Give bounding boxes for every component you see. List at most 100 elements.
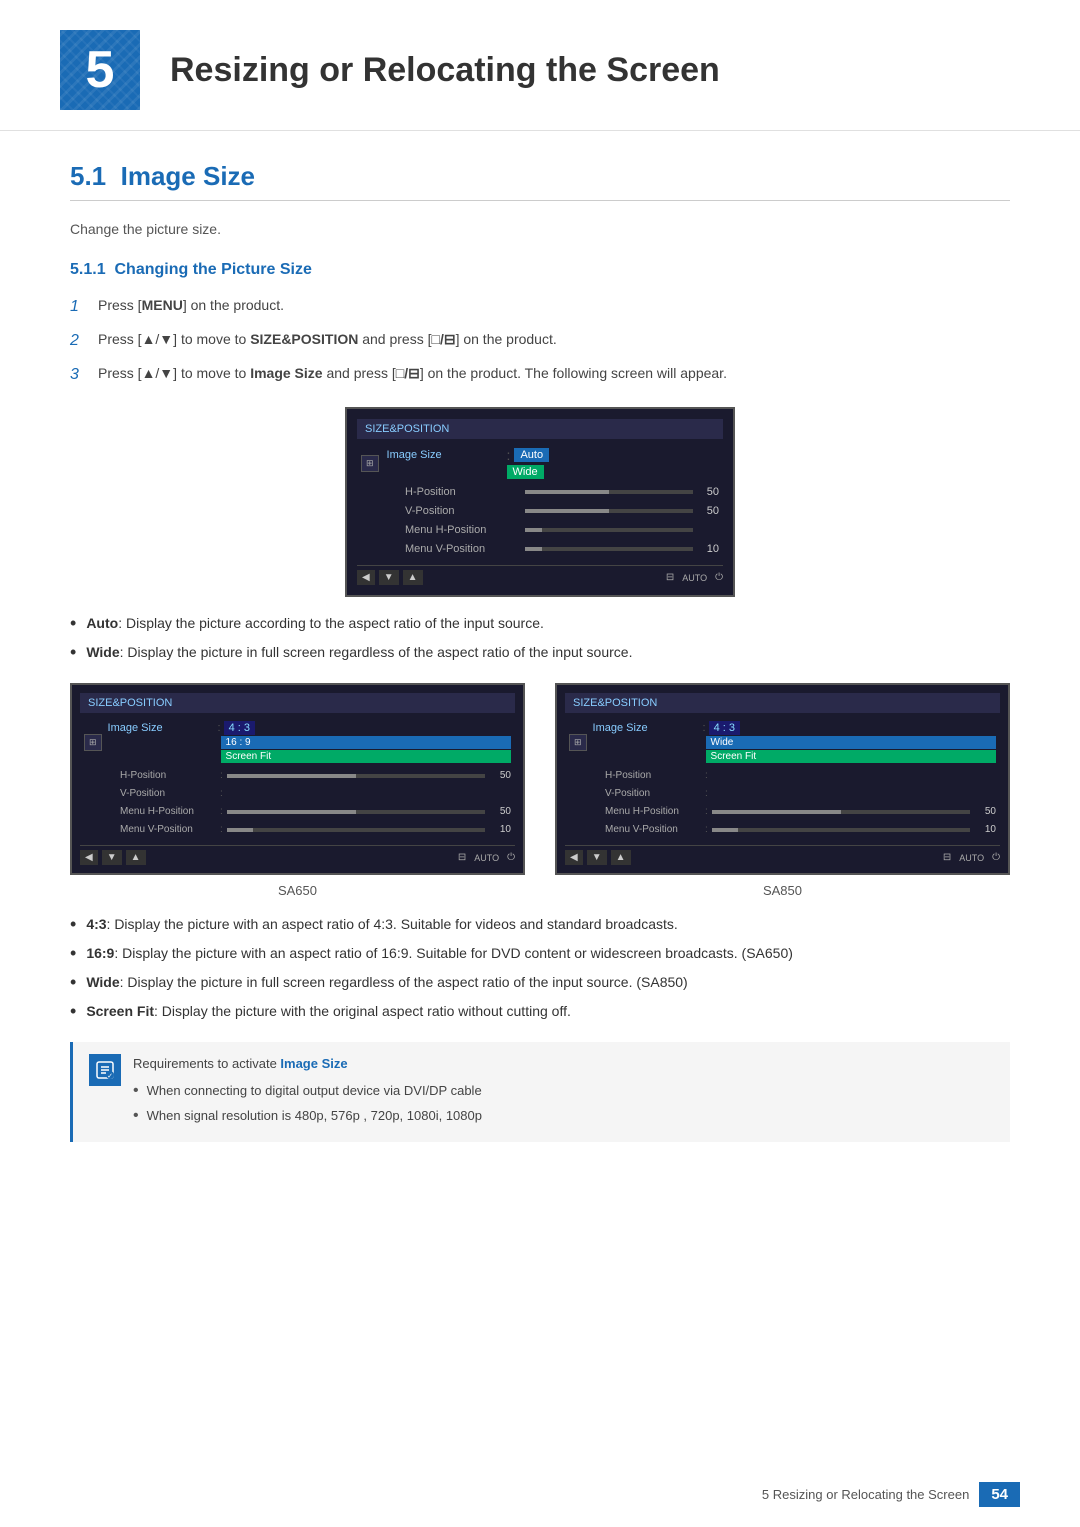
v-position-row: V-Position 50: [357, 503, 723, 519]
sa850-menu-h: Menu H-Position : 50: [601, 804, 1000, 819]
right-icons: ⊟ AUTO ⏻: [666, 572, 723, 583]
main-menu-title: SIZE&POSITION: [357, 419, 723, 439]
h-pos-track: [525, 490, 693, 494]
section-title: 5.1 Image Size: [70, 161, 1010, 201]
section-intro: Change the picture size.: [70, 221, 1010, 237]
h-pos-label: H-Position: [405, 486, 525, 498]
sa850-up: ▲: [611, 850, 631, 865]
sa850-bottom-bar: ◀ ▼ ▲ ⊟ AUTO ⏻: [565, 845, 1000, 865]
bullet-43: • 4:3: Display the picture with an aspec…: [70, 914, 1010, 935]
sa650-image-size-label: Image Size: [108, 722, 218, 734]
sa650-caption: SA650: [278, 883, 317, 898]
bullet-169-text: 16:9: Display the picture with an aspect…: [86, 943, 793, 964]
bullet-auto: • Auto: Display the picture according to…: [70, 613, 1010, 634]
footer-chapter-text: 5 Resizing or Relocating the Screen: [762, 1487, 969, 1502]
bullet-dot-1: •: [70, 614, 76, 632]
note-sub-1: • When connecting to digital output devi…: [133, 1081, 482, 1102]
menu-v-val: 10: [699, 543, 719, 555]
step-3-text: Press [▲/▼] to move to Image Size and pr…: [98, 363, 727, 387]
h-pos-val: 50: [699, 486, 719, 498]
image-size-row: ⊞ Image Size : Auto Wide: [357, 445, 723, 481]
nav-icons: ◀ ▼ ▲: [357, 570, 423, 585]
step-1-text: Press [MENU] on the product.: [98, 295, 284, 319]
sa850-v-pos: V-Position :: [601, 786, 1000, 801]
chapter-number-box: 5: [60, 30, 140, 110]
note-icon: ✓: [89, 1054, 121, 1086]
main-content: 5.1 Image Size Change the picture size. …: [0, 141, 1080, 1202]
menu-h-row: Menu H-Position: [357, 522, 723, 538]
note-box: ✓ Requirements to activate Image Size • …: [70, 1042, 1010, 1142]
up-btn: ▲: [403, 570, 423, 585]
chapter-number: 5: [86, 40, 115, 100]
step-2-text: Press [▲/▼] to move to SIZE&POSITION and…: [98, 329, 557, 353]
bullet-169: • 16:9: Display the picture with an aspe…: [70, 943, 1010, 964]
sa650-menu-h: Menu H-Position : 50: [116, 804, 515, 819]
sa650-screen: SIZE&POSITION ⊞ Image Size : 4 : 3 16 : …: [70, 683, 525, 875]
sa650-menu-title: SIZE&POSITION: [80, 693, 515, 713]
sa850-val2: Wide: [706, 736, 996, 749]
sa650-left: ◀: [80, 850, 98, 865]
sa650-bottom-bar: ◀ ▼ ▲ ⊟ AUTO ⏻: [80, 845, 515, 865]
note-title-bold: Image Size: [280, 1056, 347, 1071]
svg-text:✓: ✓: [107, 1073, 113, 1080]
bullet-list-2: • 4:3: Display the picture with an aspec…: [70, 914, 1010, 1022]
bullet-wide2: • Wide: Display the picture in full scre…: [70, 972, 1010, 993]
bullet-wide2-text: Wide: Display the picture in full screen…: [86, 972, 687, 993]
sa850-auto: AUTO: [959, 853, 984, 863]
bullet-dot-6: •: [70, 1002, 76, 1020]
bullet-wide: • Wide: Display the picture in full scre…: [70, 642, 1010, 663]
bullet-wide-text: Wide: Display the picture in full screen…: [86, 642, 632, 663]
sa650-up: ▲: [126, 850, 146, 865]
bullet-43-text: 4:3: Display the picture with an aspect …: [86, 914, 677, 935]
sa650-icon: ⊞: [84, 734, 102, 751]
sa650-menu-v: Menu V-Position : 10: [116, 822, 515, 837]
v-pos-label: V-Position: [405, 505, 525, 517]
subsection-title: 5.1.1 Changing the Picture Size: [70, 261, 1010, 279]
sa850-image-size-row: ⊞ Image Size : 4 : 3 Wide Screen Fit: [565, 719, 1000, 765]
down-btn: ▼: [379, 570, 399, 585]
bullet-dot-4: •: [70, 944, 76, 962]
auto-label: AUTO: [682, 573, 707, 583]
sa850-val1: 4 : 3: [709, 721, 740, 735]
note-content: Requirements to activate Image Size • Wh…: [133, 1054, 482, 1130]
step-3-num: 3: [70, 363, 86, 387]
sa850-caption: SA850: [763, 883, 802, 898]
main-monitor-screen: SIZE&POSITION ⊞ Image Size : Auto Wide: [345, 407, 735, 597]
sa650-val2: 16 : 9: [221, 736, 511, 749]
sa850-wrapper: SIZE&POSITION ⊞ Image Size : 4 : 3 Wide: [555, 683, 1010, 898]
steps-list: 1 Press [MENU] on the product. 2 Press […: [70, 295, 1010, 387]
bullet-list-1: • Auto: Display the picture according to…: [70, 613, 1010, 663]
wide-value: Wide: [507, 465, 544, 479]
sa650-down: ▼: [102, 850, 122, 865]
monitor-bottom-bar: ◀ ▼ ▲ ⊟ AUTO ⏻: [357, 565, 723, 585]
note-title-prefix: Requirements to activate: [133, 1056, 280, 1071]
menu-h-track: [525, 528, 693, 532]
sa650-h-pos: H-Position : 50: [116, 768, 515, 783]
bullet-screenfit: • Screen Fit: Display the picture with t…: [70, 1001, 1010, 1022]
sa650-auto: AUTO: [474, 853, 499, 863]
bullet-dot-3: •: [70, 915, 76, 933]
sa650-val3: Screen Fit: [221, 750, 511, 763]
sa650-power: ⏻: [507, 852, 515, 863]
footer-page: 54: [979, 1482, 1020, 1507]
step-1: 1 Press [MENU] on the product.: [70, 295, 1010, 319]
bullet-screenfit-text: Screen Fit: Display the picture with the…: [86, 1001, 571, 1022]
menu-v-label: Menu V-Position: [405, 543, 525, 555]
step-1-num: 1: [70, 295, 86, 319]
sa650-enter: ⊟: [458, 852, 466, 863]
step-2-num: 2: [70, 329, 86, 353]
left-btn: ◀: [357, 570, 375, 585]
menu-v-track: [525, 547, 693, 551]
sa650-right-icons: ⊟ AUTO ⏻: [458, 852, 515, 863]
v-pos-track: [525, 509, 693, 513]
sa850-enter: ⊟: [943, 852, 951, 863]
auto-value: Auto: [514, 448, 549, 462]
chapter-title: Resizing or Relocating the Screen: [170, 51, 720, 90]
menu-v-row: Menu V-Position 10: [357, 541, 723, 557]
h-position-row: H-Position 50: [357, 484, 723, 500]
sa650-v-pos: V-Position :: [116, 786, 515, 801]
note-sub-1-text: When connecting to digital output device…: [147, 1081, 482, 1102]
sa850-screen: SIZE&POSITION ⊞ Image Size : 4 : 3 Wide: [555, 683, 1010, 875]
sa850-icon: ⊞: [569, 734, 587, 751]
subsection-5-1-1: 5.1.1 Changing the Picture Size 1 Press …: [70, 261, 1010, 1142]
